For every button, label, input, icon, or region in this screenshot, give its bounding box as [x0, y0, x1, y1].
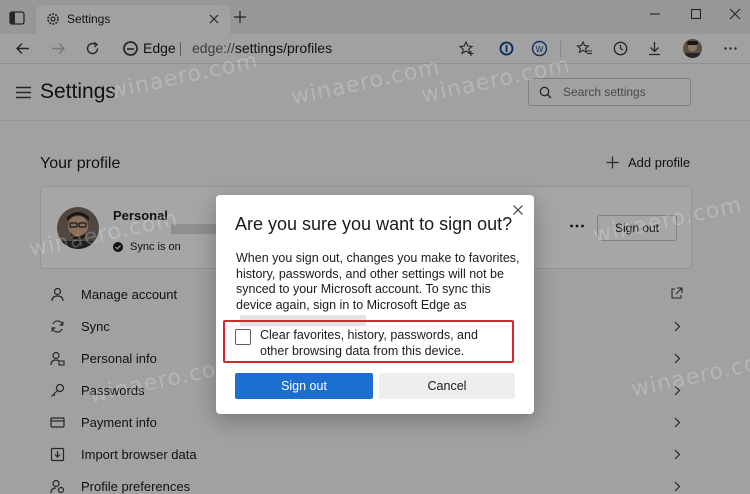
clear-data-option[interactable]: Clear favorites, history, passwords, and… [223, 320, 514, 363]
sign-out-dialog: Are you sure you want to sign out? When … [216, 195, 534, 414]
dialog-body-text: When you sign out, changes you make to f… [236, 251, 520, 312]
dialog-title: Are you sure you want to sign out? [235, 214, 513, 234]
clear-data-label[interactable]: Clear favorites, history, passwords, and… [260, 328, 505, 359]
close-icon[interactable] [512, 204, 524, 216]
confirm-sign-out-button[interactable]: Sign out [235, 373, 373, 399]
cancel-button[interactable]: Cancel [379, 373, 515, 399]
clear-data-checkbox[interactable] [235, 329, 251, 345]
dialog-body: When you sign out, changes you make to f… [236, 251, 520, 329]
